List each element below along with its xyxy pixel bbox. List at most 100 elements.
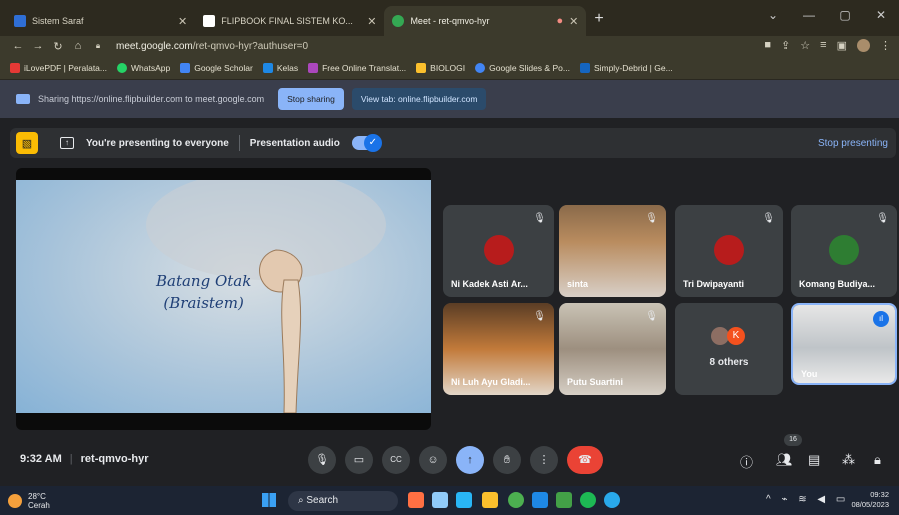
participant-tile[interactable]: 🎙︎ sinta	[559, 205, 666, 297]
leave-call-button[interactable]: ☎︎	[567, 446, 603, 474]
files-icon[interactable]	[456, 492, 472, 508]
bookmark-item[interactable]: Google Slides & Po...	[475, 62, 570, 73]
participant-tile[interactable]: 🎙︎ Ni Luh Ayu Gladi...	[443, 303, 554, 395]
browser-actions: ■ ⇪ ☆ ≡ ▣ ⋮	[764, 39, 891, 52]
chat-icon[interactable]: ▤	[808, 452, 820, 468]
new-tab-button[interactable]: +	[586, 10, 611, 36]
reload-icon[interactable]: ↻	[48, 40, 68, 53]
camera-button[interactable]: ▭	[345, 446, 373, 474]
word-icon[interactable]	[532, 492, 548, 508]
bookmark-item[interactable]: Kelas	[262, 62, 299, 73]
restore-icon[interactable]: ▢	[827, 8, 863, 22]
clock[interactable]: 09:32 08/05/2023	[851, 490, 889, 510]
others-count: 8 others	[709, 357, 749, 368]
bookmark-label: WhatsApp	[131, 62, 171, 73]
meeting-controls: 9:32 AM | ret-qmvo-hyr 🎙︎ ▭ CC ☺ ↑ ✋︎ ⋮ ☎︎…	[0, 434, 899, 486]
tab-sistem-saraf[interactable]: Sistem Saraf ✕	[6, 6, 195, 36]
stop-presenting-button[interactable]: Stop presenting	[818, 138, 888, 149]
tab-flipbook[interactable]: FLIPBOOK FINAL SISTEM KO... ✕	[195, 6, 384, 36]
presentation-audio-toggle[interactable]: ✓	[351, 134, 382, 152]
tab-search-icon[interactable]: ⌄	[755, 8, 791, 22]
participant-avatar	[714, 235, 744, 265]
meeting-time: 9:32 AM	[20, 453, 62, 465]
participant-tile[interactable]: 🎙︎ Putu Suartini	[559, 303, 666, 395]
app-icon[interactable]	[408, 492, 424, 508]
others-tile[interactable]: K 8 others	[675, 303, 783, 395]
side-panel-icon[interactable]: ▣	[837, 39, 847, 52]
participant-tile[interactable]: 🎙︎ Ni Kadek Asti Ar...	[443, 205, 554, 297]
raise-hand-button[interactable]: ✋︎	[493, 446, 521, 474]
taskbar-search[interactable]: ⌕ Search	[288, 491, 398, 511]
more-options-button[interactable]: ⋮	[530, 446, 558, 474]
browser-tab-bar: Sistem Saraf ✕ FLIPBOOK FINAL SISTEM KO.…	[0, 0, 899, 36]
mic-off-icon: 🎙︎	[533, 311, 546, 322]
present-button[interactable]: ↑	[456, 446, 484, 474]
bookmark-label: Google Scholar	[194, 62, 253, 73]
spotify-icon[interactable]	[580, 492, 596, 508]
self-tile[interactable]: ıl You	[791, 303, 897, 385]
meeting-details-icon[interactable]: ⓘ	[740, 452, 753, 471]
emoji-button[interactable]: ☺	[419, 446, 447, 474]
tab-title: Sistem Saraf	[32, 16, 84, 26]
weather-icon	[8, 494, 22, 508]
weather-widget[interactable]: 28°C Cerah	[8, 492, 50, 510]
translate-icon	[308, 62, 319, 73]
participant-name: Tri Dwipayanti	[683, 279, 745, 289]
share-icon[interactable]: ⇪	[781, 39, 790, 52]
captions-button[interactable]: CC	[382, 446, 410, 474]
view-tab-button[interactable]: View tab: online.flipbuilder.com	[351, 88, 487, 110]
bookmark-item[interactable]: WhatsApp	[117, 62, 171, 73]
stop-sharing-button[interactable]: Stop sharing	[278, 88, 344, 110]
forward-icon[interactable]: →	[28, 40, 48, 52]
search-label: Search	[306, 495, 339, 506]
reading-list-icon[interactable]: ≡	[820, 39, 826, 52]
lock-icon[interactable]: 🔒︎	[88, 41, 108, 51]
globe-icon	[475, 62, 486, 73]
participant-name: sinta	[567, 279, 589, 289]
menu-icon[interactable]: ⋮	[880, 39, 891, 52]
tab-title: FLIPBOOK FINAL SISTEM KO...	[221, 16, 353, 26]
people-icon[interactable]: 👥︎	[776, 452, 793, 468]
camera-in-use-icon[interactable]: ■	[764, 39, 771, 52]
bookmark-item[interactable]: Simply-Debrid | Ge...	[579, 62, 673, 73]
bookmark-item[interactable]: BIOLOGI	[416, 62, 465, 73]
bookmark-star-icon[interactable]: ☆	[800, 39, 810, 52]
url-field[interactable]: meet.google.com/ret-qmvo-hyr?authuser=0	[116, 41, 308, 52]
profile-avatar[interactable]	[857, 39, 870, 52]
meet-favicon-icon	[392, 15, 405, 27]
mic-off-icon: 🎙︎	[876, 213, 889, 224]
folder-icon	[416, 62, 427, 73]
back-icon[interactable]: ←	[8, 40, 28, 52]
bookmark-item[interactable]: iLovePDF | Peralata...	[10, 62, 107, 73]
home-icon[interactable]: ⌂	[68, 40, 88, 52]
start-icon[interactable]	[262, 493, 276, 507]
activities-icon[interactable]: ⁂	[842, 452, 855, 468]
telegram-icon[interactable]	[604, 492, 620, 508]
participant-tile[interactable]: 🎙︎ Komang Budiya...	[791, 205, 897, 297]
file-explorer-icon[interactable]	[482, 492, 498, 508]
mic-off-icon: 🎙︎	[645, 311, 658, 322]
scholar-icon	[180, 62, 191, 73]
bookmark-label: Simply-Debrid | Ge...	[593, 62, 673, 73]
calculator-icon[interactable]	[556, 492, 572, 508]
close-tab-icon[interactable]: ✕	[367, 15, 376, 28]
bookmark-item[interactable]: Google Scholar	[180, 62, 253, 73]
minimize-icon[interactable]: —	[791, 8, 827, 22]
mic-off-icon: 🎙︎	[533, 213, 546, 224]
task-view-icon[interactable]	[432, 492, 448, 508]
window-controls: ⌄ — ▢ ✕	[755, 0, 899, 30]
weather-condition: Cerah	[28, 501, 50, 510]
participant-name: You	[801, 369, 818, 379]
close-tab-icon[interactable]: ✕	[569, 15, 578, 28]
host-controls-icon[interactable]: 🔒︎	[874, 452, 881, 468]
microphone-button[interactable]: 🎙︎	[308, 446, 336, 474]
system-tray-icons[interactable]: ^ ⌁ ≋ ◀ ▭	[766, 494, 849, 505]
close-tab-icon[interactable]: ✕	[178, 15, 187, 28]
bookmark-label: Kelas	[276, 62, 299, 73]
close-window-icon[interactable]: ✕	[863, 8, 899, 22]
participant-tile[interactable]: 🎙︎ Tri Dwipayanti	[675, 205, 783, 297]
tab-meet[interactable]: Meet - ret-qmvo-hyr ● ✕	[384, 6, 587, 36]
chrome-icon[interactable]	[508, 492, 524, 508]
bookmark-item[interactable]: Free Online Translat...	[308, 62, 406, 73]
hide-presentation-icon[interactable]: ▧	[16, 132, 38, 154]
